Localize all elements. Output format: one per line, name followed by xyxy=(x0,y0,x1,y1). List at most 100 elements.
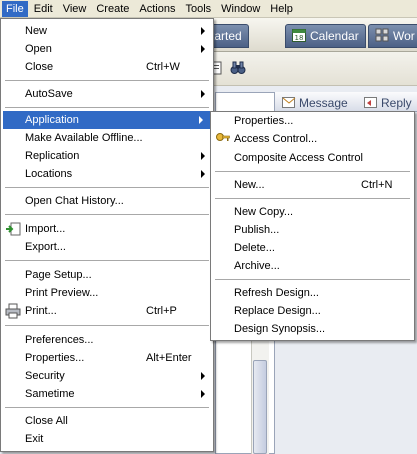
menu-edit[interactable]: Edit xyxy=(30,1,57,17)
submenu-item-new-copy-label: New Copy... xyxy=(234,206,294,218)
tab-workspace-label: Wor xyxy=(393,29,415,43)
menu-item-close-label: Close xyxy=(25,61,54,73)
menu-tools[interactable]: Tools xyxy=(181,1,215,17)
new-shortcut: Ctrl+N xyxy=(361,179,393,191)
menu-item-application-label: Application xyxy=(25,114,79,126)
submenu-item-delete[interactable]: Delete... xyxy=(211,239,414,257)
submenu-item-delete-label: Delete... xyxy=(234,242,275,254)
submenu-item-properties-label: Properties... xyxy=(234,115,294,127)
submenu-item-new[interactable]: New... Ctrl+N xyxy=(211,176,414,194)
binoculars-icon[interactable] xyxy=(230,60,246,76)
tab-reply[interactable]: Reply xyxy=(364,96,412,110)
menu-item-locations[interactable]: Locations xyxy=(1,165,213,183)
submenu-item-replace-design-label: Replace Design... xyxy=(234,305,321,317)
menu-item-preferences[interactable]: Preferences... xyxy=(1,331,213,349)
menu-bar: File Edit View Create Actions Tools Wind… xyxy=(0,0,417,18)
menu-item-sametime[interactable]: Sametime xyxy=(1,385,213,403)
tab-message[interactable]: Message xyxy=(282,96,348,110)
submenu-item-design-synopsis[interactable]: Design Synopsis... xyxy=(211,320,414,338)
menu-item-open-chat-history[interactable]: Open Chat History... xyxy=(1,192,213,210)
menu-item-close-all[interactable]: Close All xyxy=(1,412,213,430)
submenu-arrow-icon xyxy=(201,170,205,178)
menu-separator xyxy=(5,107,209,108)
menu-item-security[interactable]: Security xyxy=(1,367,213,385)
menu-item-print-label: Print... xyxy=(25,305,57,317)
menu-separator xyxy=(215,279,410,280)
menu-item-application[interactable]: Application xyxy=(3,111,211,129)
menu-separator xyxy=(215,171,410,172)
submenu-item-new-copy[interactable]: New Copy... xyxy=(211,203,414,221)
menu-separator xyxy=(215,198,410,199)
menu-window[interactable]: Window xyxy=(217,1,264,17)
submenu-item-access-control-label: Access Control... xyxy=(234,133,318,145)
menu-item-new[interactable]: New xyxy=(1,22,213,40)
menu-help[interactable]: Help xyxy=(266,1,297,17)
menu-item-import[interactable]: Import... xyxy=(1,220,213,238)
menu-separator xyxy=(5,260,209,261)
menu-item-replication[interactable]: Replication xyxy=(1,147,213,165)
menu-separator xyxy=(5,187,209,188)
scrollbar-thumb[interactable] xyxy=(253,360,267,454)
menu-item-print-preview[interactable]: Print Preview... xyxy=(1,284,213,302)
menu-item-sametime-label: Sametime xyxy=(25,388,75,400)
menu-actions[interactable]: Actions xyxy=(135,1,179,17)
menu-item-exit[interactable]: Exit xyxy=(1,430,213,448)
submenu-item-access-control[interactable]: Access Control... xyxy=(211,130,414,148)
menu-item-export-label: Export... xyxy=(25,241,66,253)
menu-item-properties-label: Properties... xyxy=(25,352,85,364)
submenu-item-design-synopsis-label: Design Synopsis... xyxy=(234,323,326,335)
submenu-arrow-icon xyxy=(201,390,205,398)
tab-message-label: Message xyxy=(299,96,348,110)
menu-item-page-setup[interactable]: Page Setup... xyxy=(1,266,213,284)
tab-reply-label: Reply xyxy=(381,96,412,110)
menu-item-open-label: Open xyxy=(25,43,52,55)
menu-view[interactable]: View xyxy=(59,1,91,17)
submenu-arrow-icon xyxy=(199,116,203,124)
menu-item-open[interactable]: Open xyxy=(1,40,213,58)
tab-calendar[interactable]: 18 Calendar xyxy=(285,24,366,48)
menu-item-locations-label: Locations xyxy=(25,168,73,180)
print-shortcut: Ctrl+P xyxy=(146,305,177,317)
submenu-arrow-icon xyxy=(201,27,205,35)
tab-workspace[interactable]: Wor xyxy=(368,24,417,48)
menu-item-open-chat-history-label: Open Chat History... xyxy=(25,195,124,207)
submenu-arrow-icon xyxy=(201,152,205,160)
application-submenu: Properties... Access Control... Composit… xyxy=(210,111,415,341)
menu-file[interactable]: File xyxy=(2,0,28,17)
reply-icon xyxy=(364,97,378,109)
menu-item-autosave[interactable]: AutoSave xyxy=(1,85,213,103)
submenu-item-replace-design[interactable]: Replace Design... xyxy=(211,302,414,320)
submenu-item-archive[interactable]: Archive... xyxy=(211,257,414,275)
menu-item-autosave-label: AutoSave xyxy=(25,88,73,100)
file-menu: New Open Close Ctrl+W AutoSave Applicati… xyxy=(0,18,214,452)
menu-item-properties[interactable]: Properties... Alt+Enter xyxy=(1,349,213,367)
menu-item-print[interactable]: Print... Ctrl+P xyxy=(1,302,213,320)
submenu-arrow-icon xyxy=(201,90,205,98)
submenu-arrow-icon xyxy=(201,372,205,380)
menu-item-make-offline-label: Make Available Offline... xyxy=(25,132,143,144)
menu-item-export[interactable]: Export... xyxy=(1,238,213,256)
menu-create[interactable]: Create xyxy=(92,1,133,17)
menu-item-page-setup-label: Page Setup... xyxy=(25,269,92,281)
import-icon xyxy=(5,221,21,237)
submenu-item-refresh-design[interactable]: Refresh Design... xyxy=(211,284,414,302)
new-message-icon xyxy=(282,97,296,109)
menu-item-new-label: New xyxy=(25,25,48,37)
printer-icon xyxy=(5,303,21,319)
menu-item-close[interactable]: Close Ctrl+W xyxy=(1,58,213,76)
menu-item-exit-label: Exit xyxy=(25,433,44,445)
properties-shortcut: Alt+Enter xyxy=(146,352,192,364)
tab-calendar-label: Calendar xyxy=(310,29,359,43)
submenu-item-composite-access-control[interactable]: Composite Access Control xyxy=(211,149,414,167)
menu-item-import-label: Import... xyxy=(25,223,66,235)
menu-item-make-offline[interactable]: Make Available Offline... xyxy=(1,129,213,147)
menu-item-security-label: Security xyxy=(25,370,65,382)
submenu-item-refresh-design-label: Refresh Design... xyxy=(234,287,319,299)
submenu-item-publish[interactable]: Publish... xyxy=(211,221,414,239)
menu-separator xyxy=(5,407,209,408)
menu-item-preferences-label: Preferences... xyxy=(25,334,94,346)
close-shortcut: Ctrl+W xyxy=(146,61,180,73)
submenu-item-properties[interactable]: Properties... xyxy=(211,112,414,130)
menu-separator xyxy=(5,80,209,81)
submenu-arrow-icon xyxy=(201,45,205,53)
